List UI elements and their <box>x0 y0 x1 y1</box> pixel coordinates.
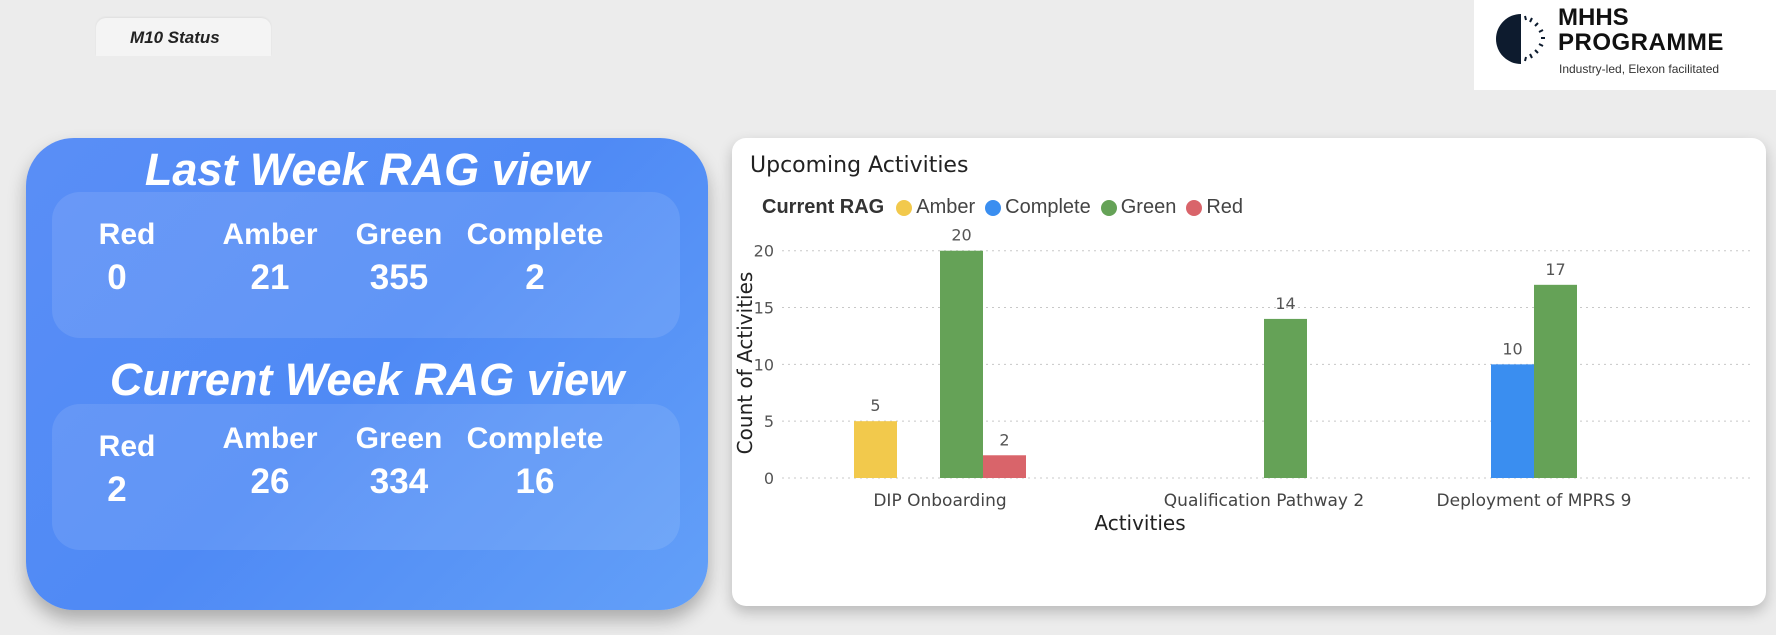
legend-label: Complete <box>1005 196 1091 218</box>
last-week-green: Green 355 <box>324 218 474 298</box>
rag-value: 355 <box>369 258 429 297</box>
x-tick-label: Qualification Pathway 2 <box>1164 491 1364 511</box>
current-week-amber: Amber 26 <box>195 422 345 502</box>
bar-green-2[interactable] <box>1534 284 1577 478</box>
legend-dot-icon <box>985 199 1002 216</box>
legend-item-amber[interactable]: Amber <box>896 196 975 219</box>
data-label: 14 <box>1275 294 1295 313</box>
rag-value: 334 <box>369 462 429 501</box>
last-week-box: Red 0 Amber 21 Green 355 Complete 2 <box>52 192 680 338</box>
logo-tagline: Industry-led, Elexon facilitated <box>1559 62 1720 76</box>
legend-label: Green <box>1120 196 1177 218</box>
bar-green-1[interactable] <box>1264 318 1307 478</box>
rag-label: Complete <box>466 422 604 455</box>
y-tick-label: 5 <box>764 412 774 431</box>
mhhs-logo: MHHS PROGRAMME Industry-led, Elexon faci… <box>1474 0 1776 90</box>
rag-label: Green <box>355 218 443 251</box>
y-tick-label: 20 <box>754 242 774 261</box>
last-week-complete: Complete 2 <box>460 218 610 298</box>
rag-value: 0 <box>107 258 127 297</box>
rag-label: Red <box>98 218 156 251</box>
chart-title: Upcoming Activities <box>750 153 968 178</box>
rag-value: 16 <box>515 462 555 501</box>
logo-line-1: MHHS <box>1558 4 1629 31</box>
tab-label: M10 Status <box>130 28 220 47</box>
rag-label: Amber <box>222 422 318 455</box>
y-tick-label: 0 <box>764 469 774 488</box>
legend-item-green[interactable]: Green <box>1100 196 1177 219</box>
legend-title: Current RAG <box>762 196 885 218</box>
rag-value: 2 <box>525 258 545 297</box>
legend-dot-icon <box>896 199 913 216</box>
bar-green-0[interactable] <box>940 250 983 478</box>
legend-dot-icon <box>1100 199 1117 216</box>
rag-label: Red <box>98 430 156 463</box>
last-week-red: Red 0 <box>52 218 202 298</box>
y-axis-label: Count of Activities <box>733 272 757 455</box>
data-label: 17 <box>1545 260 1565 279</box>
x-axis-label: Activities <box>1094 511 1185 535</box>
bar-amber-0[interactable] <box>854 421 897 478</box>
data-label: 20 <box>951 226 971 245</box>
tab-m10-status[interactable]: M10 Status <box>96 18 271 56</box>
legend-dot-icon <box>1186 199 1203 216</box>
current-week-green: Green 334 <box>324 422 474 502</box>
bar-complete-2[interactable] <box>1491 364 1534 478</box>
last-week-amber: Amber 21 <box>195 218 345 298</box>
half-circle-logo-icon <box>1496 14 1545 64</box>
rag-value: 26 <box>250 462 290 501</box>
x-tick-label: DIP Onboarding <box>873 491 1006 511</box>
last-week-title: Last Week RAG view <box>144 144 590 195</box>
current-week-box: Red 2 Amber 26 Green 334 Complete 16 <box>52 404 680 550</box>
rag-label: Complete <box>466 218 604 251</box>
current-week-red: Red 2 <box>52 430 202 510</box>
rag-value: 2 <box>107 470 127 509</box>
legend-item-red[interactable]: Red <box>1186 196 1243 219</box>
data-label: 10 <box>1502 339 1522 358</box>
rag-value: 21 <box>250 258 290 297</box>
chart-legend: Current RAG Amber Complete Green Red <box>762 196 1253 219</box>
rag-label: Green <box>355 422 443 455</box>
upcoming-activities-card: Upcoming Activities 0 5 10 15 20 5 20 2 DIP Onbo… <box>732 138 1766 606</box>
data-label: 2 <box>999 430 1009 449</box>
legend-label: Amber <box>916 196 976 218</box>
rag-label: Amber <box>222 218 318 251</box>
data-label: 5 <box>870 396 880 415</box>
legend-item-complete[interactable]: Complete <box>985 196 1091 219</box>
legend-label: Red <box>1206 196 1244 218</box>
x-tick-label: Deployment of MPRS 9 <box>1437 491 1632 511</box>
rag-summary-panel: Last Week RAG view Red 0 Amber 21 Green … <box>26 138 708 610</box>
bar-red-0[interactable] <box>983 455 1026 478</box>
current-week-title: Current Week RAG view <box>109 354 625 405</box>
logo-line-2: PROGRAMME <box>1558 29 1724 56</box>
current-week-complete: Complete 16 <box>460 422 610 502</box>
